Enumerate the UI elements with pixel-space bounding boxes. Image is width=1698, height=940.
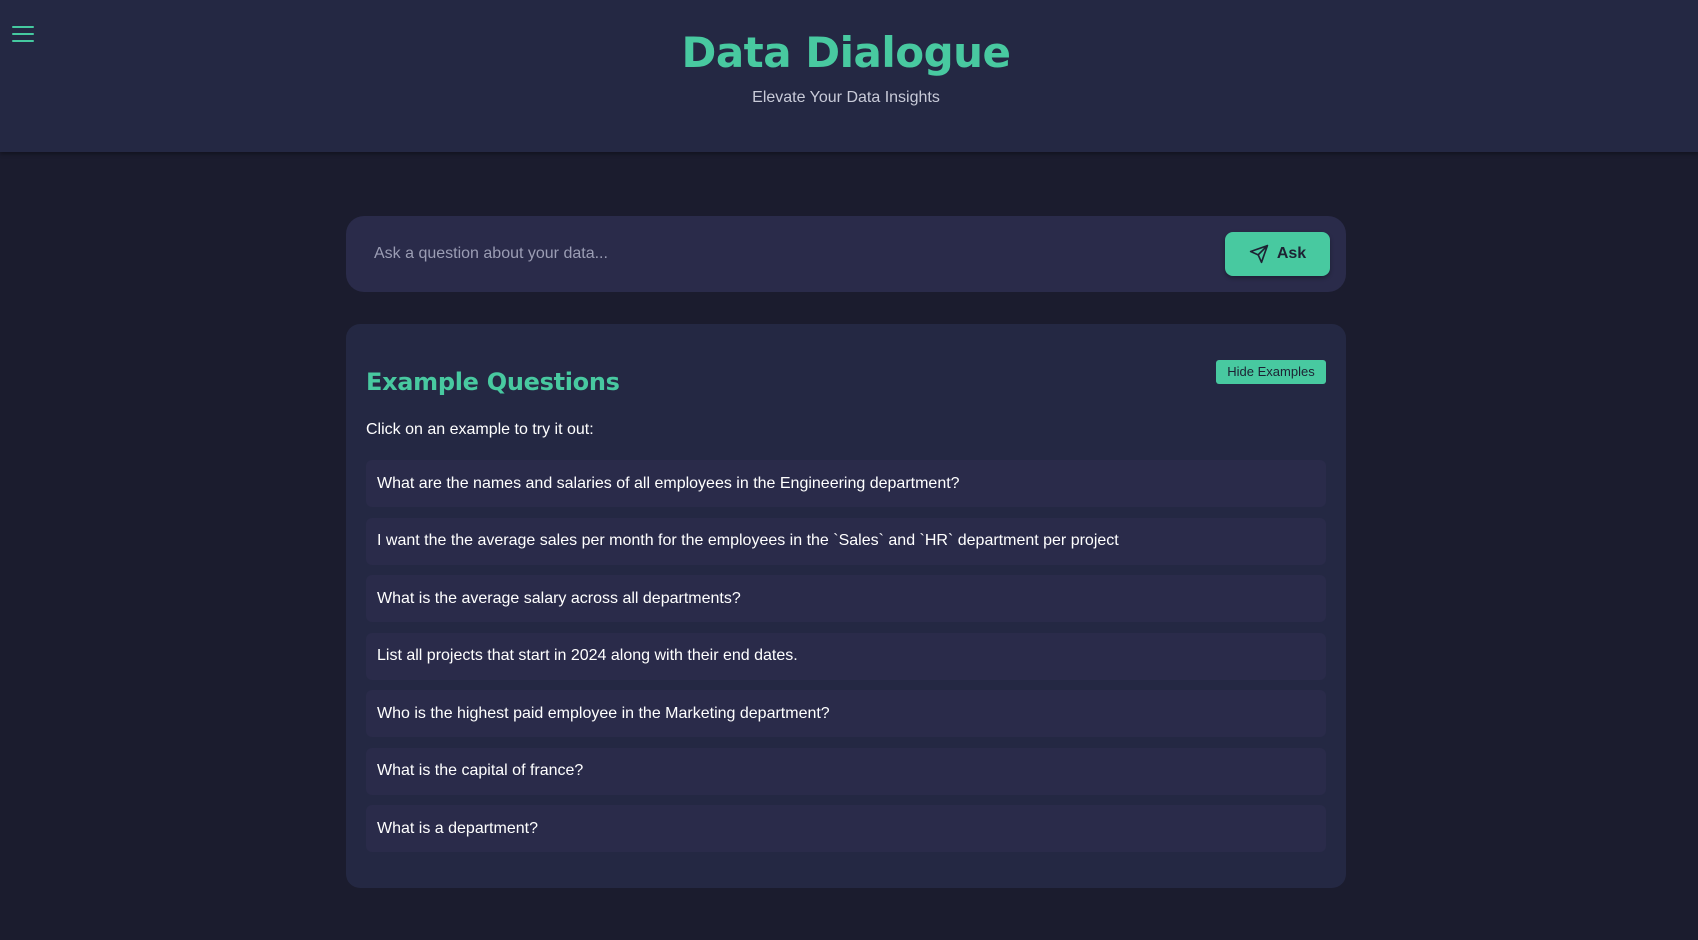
ask-button[interactable]: Ask xyxy=(1225,232,1330,276)
app-title: Data Dialogue xyxy=(681,28,1011,77)
panel-title: Example Questions xyxy=(366,368,620,396)
example-question[interactable]: Who is the highest paid employee in the … xyxy=(366,690,1326,737)
question-bar: Ask xyxy=(346,216,1346,292)
example-question[interactable]: What are the names and salaries of all e… xyxy=(366,460,1326,507)
example-question[interactable]: List all projects that start in 2024 alo… xyxy=(366,632,1326,680)
example-question[interactable]: I want the the average sales per month f… xyxy=(366,517,1326,565)
example-question[interactable]: What is a department? xyxy=(366,805,1326,852)
example-question[interactable]: What is the average salary across all de… xyxy=(366,575,1326,622)
hide-examples-button[interactable]: Hide Examples xyxy=(1216,360,1326,384)
app-header: Data Dialogue Elevate Your Data Insights xyxy=(0,0,1698,152)
example-list: What are the names and salaries of all e… xyxy=(366,460,1326,863)
example-question[interactable]: What is the capital of france? xyxy=(366,747,1326,795)
send-icon xyxy=(1249,244,1268,264)
panel-hint: Click on an example to try it out: xyxy=(366,421,594,438)
example-questions-panel: Example Questions Hide Examples Click on… xyxy=(346,324,1346,888)
ask-button-label: Ask xyxy=(1276,245,1307,262)
question-input[interactable] xyxy=(366,234,1146,274)
app-subtitle: Elevate Your Data Insights xyxy=(752,89,940,106)
